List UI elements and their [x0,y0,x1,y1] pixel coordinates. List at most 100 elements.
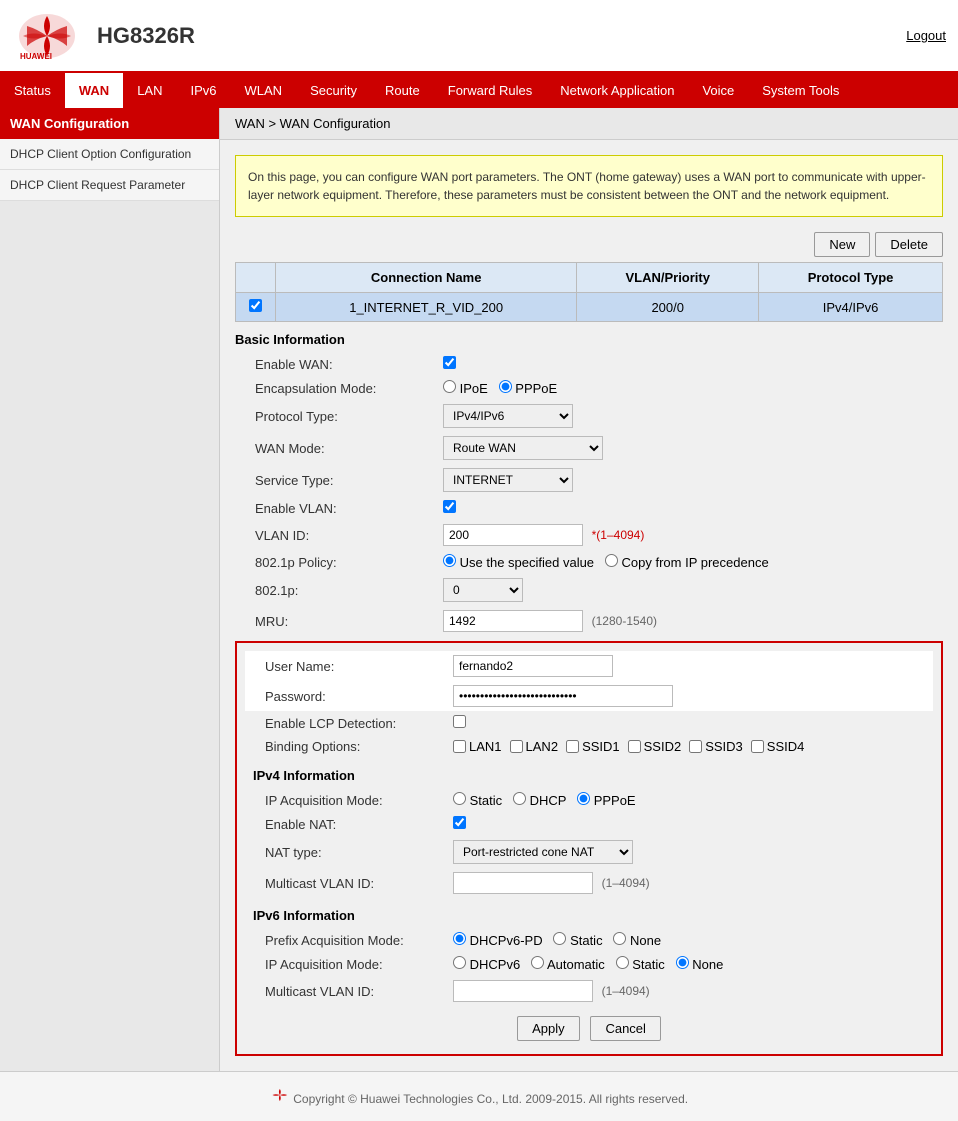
user-info-form: User Name: Password: [245,651,933,711]
binding-ssid3: SSID3 [689,739,743,754]
header: HUAWEI HG8326R Logout [0,0,958,73]
nav-voice[interactable]: Voice [688,73,748,108]
ipv6-multicast-label: Multicast VLAN ID: [245,976,445,1006]
prefix-dhcpv6pd-radio[interactable] [453,932,466,945]
wan-mode-label: WAN Mode: [235,432,435,464]
nav-status[interactable]: Status [0,73,65,108]
delete-button[interactable]: Delete [875,232,943,257]
nav-route[interactable]: Route [371,73,434,108]
prefix-acq-value: DHCPv6-PD Static None [445,928,933,952]
enable-vlan-checkbox[interactable] [443,500,456,513]
enable-vlan-row: Enable VLAN: [235,496,943,520]
binding-ssid2-label: SSID2 [644,739,682,754]
apply-button[interactable]: Apply [517,1016,580,1041]
binding-lan1-checkbox[interactable] [453,740,466,753]
enable-wan-row: Enable WAN: [235,352,943,376]
new-button[interactable]: New [814,232,870,257]
protocol-type-select[interactable]: IPv4/IPv6 [443,404,573,428]
field-8021p-select[interactable]: 01234567 [443,578,523,602]
enable-lcp-value [445,711,933,735]
policy-copy-radio[interactable] [605,554,618,567]
row-vlan: 200/0 [577,293,759,322]
binding-lan2: LAN2 [510,739,559,754]
binding-ssid4-label: SSID4 [767,739,805,754]
password-input[interactable] [453,685,673,707]
ipv6-automatic-radio[interactable] [531,956,544,969]
ip-acq-dhcp-radio[interactable] [513,792,526,805]
basic-info-title: Basic Information [235,332,943,347]
policy-specified-radio[interactable] [443,554,456,567]
logout-button[interactable]: Logout [906,28,946,43]
ipv6-multicast-value: (1–4094) [445,976,933,1006]
binding-ssid3-label: SSID3 [705,739,743,754]
binding-lan2-checkbox[interactable] [510,740,523,753]
binding-ssid2-checkbox[interactable] [628,740,641,753]
ip-acq-mode-label: IP Acquisition Mode: [245,788,445,812]
encap-ipoe-radio[interactable] [443,380,456,393]
sidebar-item-dhcp-client-option[interactable]: DHCP Client Option Configuration [0,139,219,170]
nat-type-row: NAT type: Port-restricted cone NAT [245,836,933,868]
nav-ipv6[interactable]: IPv6 [177,73,231,108]
username-input[interactable] [453,655,613,677]
service-type-value: INTERNET [435,464,943,496]
nav-wlan[interactable]: WLAN [231,73,297,108]
vlan-id-hint: *(1–4094) [592,528,645,542]
ipv6-static-radio[interactable] [616,956,629,969]
encap-pppoe-radio[interactable] [499,380,512,393]
binding-ssid1-label: SSID1 [582,739,620,754]
prefix-static-label: Static [570,933,603,948]
table-row[interactable]: 1_INTERNET_R_VID_200 200/0 IPv4/IPv6 [236,293,943,322]
binding-ssid3-checkbox[interactable] [689,740,702,753]
col-checkbox [236,263,276,293]
ip-acq-static-radio[interactable] [453,792,466,805]
prefix-acq-label: Prefix Acquisition Mode: [245,928,445,952]
ipv6-none-radio[interactable] [676,956,689,969]
policy-8021p-value: Use the specified value Copy from IP pre… [435,550,943,574]
binding-ssid4-checkbox[interactable] [751,740,764,753]
enable-nat-checkbox[interactable] [453,816,466,829]
ip-acq-dhcp-label: DHCP [530,793,567,808]
ipv6-dhcpv6-radio[interactable] [453,956,466,969]
encap-mode-value: IPoE PPPoE [435,376,943,400]
binding-ssid2: SSID2 [628,739,682,754]
wan-mode-row: WAN Mode: Route WAN Bridge WAN [235,432,943,464]
binding-ssid1-checkbox[interactable] [566,740,579,753]
prefix-static-radio[interactable] [553,932,566,945]
enable-wan-checkbox[interactable] [443,356,456,369]
ipv6-form: Prefix Acquisition Mode: DHCPv6-PD Stati… [245,928,933,1006]
ip-acq-pppoe-radio[interactable] [577,792,590,805]
multicast-vlan-input[interactable] [453,872,593,894]
ipv6-ip-acq-row: IP Acquisition Mode: DHCPv6 Automatic St… [245,952,933,976]
col-protocol-type: Protocol Type [759,263,943,293]
footer-text: Copyright © Huawei Technologies Co., Ltd… [293,1092,688,1106]
nat-type-value: Port-restricted cone NAT [445,836,933,868]
ipv4-title: IPv4 Information [245,768,933,783]
cancel-button[interactable]: Cancel [590,1016,660,1041]
enable-lcp-checkbox[interactable] [453,715,466,728]
wan-mode-select[interactable]: Route WAN Bridge WAN [443,436,603,460]
breadcrumb: WAN > WAN Configuration [220,108,958,140]
nav-security[interactable]: Security [296,73,371,108]
ipv6-multicast-input[interactable] [453,980,593,1002]
row-checkbox-cell[interactable] [236,293,276,322]
basic-info-form: Enable WAN: Encapsulation Mode: IPoE PPP… [235,352,943,636]
mru-input[interactable] [443,610,583,632]
row-connection-name: 1_INTERNET_R_VID_200 [276,293,577,322]
ipv6-ip-acq-label: IP Acquisition Mode: [245,952,445,976]
field-8021p-value: 01234567 [435,574,943,606]
vlan-id-input[interactable] [443,524,583,546]
svg-text:HUAWEI: HUAWEI [20,52,52,61]
row-checkbox[interactable] [249,299,262,312]
nav-lan[interactable]: LAN [123,73,176,108]
nav-network-application[interactable]: Network Application [546,73,688,108]
binding-lan1-label: LAN1 [469,739,502,754]
service-type-select[interactable]: INTERNET [443,468,573,492]
nav-system-tools[interactable]: System Tools [748,73,853,108]
nav-forward-rules[interactable]: Forward Rules [434,73,547,108]
sidebar-item-dhcp-client-request[interactable]: DHCP Client Request Parameter [0,170,219,201]
binding-checkboxes: LAN1 LAN2 SSID1 [453,739,925,754]
prefix-none-radio[interactable] [613,932,626,945]
nav-wan[interactable]: WAN [65,73,123,108]
username-value [445,651,933,681]
nat-type-select[interactable]: Port-restricted cone NAT [453,840,633,864]
